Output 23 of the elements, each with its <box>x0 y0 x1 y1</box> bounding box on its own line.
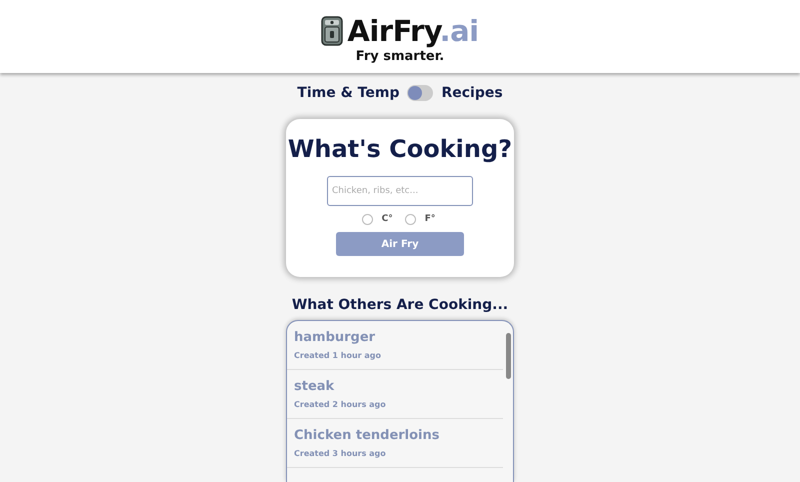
recipe-item[interactable]: hamburger Created 1 hour ago <box>287 321 503 370</box>
recipe-name: Chicken tenderloins <box>294 428 441 443</box>
toggle-label: Recipes <box>441 85 503 101</box>
created-time: Created 1 hour ago <box>294 351 382 360</box>
unit-label: F° <box>424 214 436 224</box>
air-fry-button[interactable]: Air Fry <box>336 232 464 256</box>
section-title: What Others Are Cooking... <box>292 297 508 314</box>
created-time: Created 3 hours ago <box>294 449 387 458</box>
recipe-item[interactable]: steak Created 2 hours ago <box>287 370 503 419</box>
food-input-field[interactable]: Chicken, ribs, etc... <box>327 176 473 206</box>
recipe-item[interactable]: Chicken tenderloins Created 3 hours ago <box>287 419 503 468</box>
recipe-name: steak <box>294 379 336 394</box>
unit-radio[interactable] <box>404 214 416 224</box>
created-time: Created 2 hours ago <box>294 400 387 409</box>
unit-radio[interactable] <box>362 214 373 224</box>
recipe-name: hamburger <box>294 330 376 345</box>
unit-label: C° <box>382 214 393 224</box>
air-fryer-icon <box>321 16 344 46</box>
toggle-label: Time & Temp <box>297 85 400 101</box>
tagline: Fry smarter. <box>356 48 444 64</box>
logo-text: AirFry.ai <box>347 14 479 48</box>
card-title: What's Cooking? <box>288 135 512 163</box>
mode-switch[interactable] <box>407 85 434 101</box>
